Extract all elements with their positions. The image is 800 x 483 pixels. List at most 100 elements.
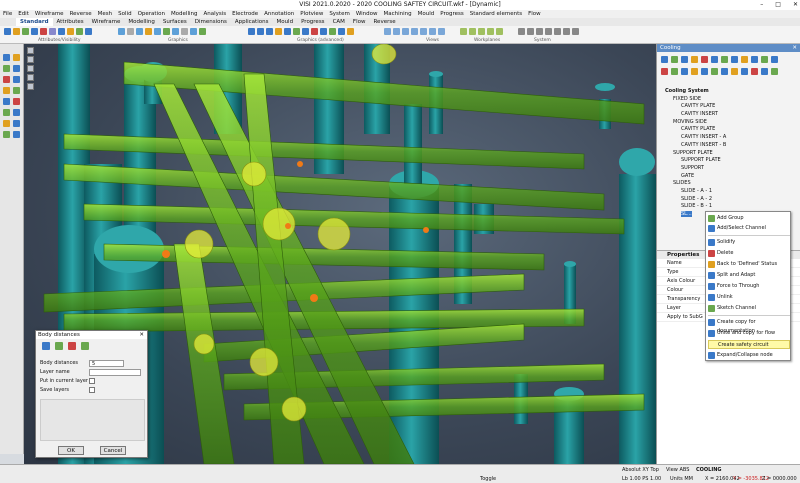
color-by-icon[interactable] xyxy=(661,68,668,75)
extend-icon[interactable] xyxy=(13,76,20,83)
tab-cam[interactable]: CAM xyxy=(329,18,349,26)
display-icon[interactable] xyxy=(163,28,170,35)
measure-icon[interactable] xyxy=(302,28,309,35)
box-select-icon[interactable] xyxy=(27,56,34,63)
show-icon[interactable] xyxy=(49,28,56,35)
point-icon[interactable] xyxy=(3,54,10,61)
tab-surfaces[interactable]: Surfaces xyxy=(159,18,191,26)
tree-node[interactable]: SLIDE - A - 2 xyxy=(659,196,799,204)
tab-reverse[interactable]: Reverse xyxy=(369,18,399,26)
flow-icon[interactable] xyxy=(701,68,708,75)
status-layer[interactable]: COOLING xyxy=(696,466,722,474)
menu-create-safety-circuit[interactable]: Create safety circuit xyxy=(708,340,790,349)
menu-item[interactable]: Flow xyxy=(528,10,541,18)
edge-icon[interactable] xyxy=(172,28,179,35)
plug-icon[interactable] xyxy=(691,56,698,63)
menu-item[interactable]: Progress xyxy=(440,10,463,18)
filter-select-icon[interactable] xyxy=(27,74,34,81)
clip-icon[interactable] xyxy=(293,28,300,35)
tree-node[interactable]: FIXED SIDE xyxy=(659,96,799,104)
library-icon[interactable] xyxy=(771,56,778,63)
menu-unlink[interactable]: Unlink xyxy=(708,293,790,302)
query-icon[interactable] xyxy=(13,131,20,138)
mirror-icon[interactable] xyxy=(338,28,345,35)
workplane-align-icon[interactable] xyxy=(478,28,485,35)
fit-icon[interactable] xyxy=(275,28,282,35)
capture-icon[interactable] xyxy=(329,28,336,35)
save-layers-checkbox[interactable] xyxy=(89,387,95,393)
safety-icon[interactable] xyxy=(711,68,718,75)
menu-add-group[interactable]: Add Group xyxy=(708,214,790,223)
settings-icon[interactable] xyxy=(518,28,525,35)
tab-standard[interactable]: Standard xyxy=(16,18,53,26)
minimize-icon[interactable]: – xyxy=(760,0,763,10)
maximize-icon[interactable]: □ xyxy=(775,0,781,10)
tab-attributes[interactable]: Attributes xyxy=(53,18,88,26)
remove-icon[interactable] xyxy=(751,68,758,75)
view-dynamic-icon[interactable] xyxy=(438,28,445,35)
tree-node[interactable]: CAVITY INSERT xyxy=(659,111,799,119)
tree-node[interactable]: CAVITY INSERT - A xyxy=(659,134,799,142)
workplane-origin-icon[interactable] xyxy=(496,28,503,35)
shade-icon[interactable] xyxy=(118,28,125,35)
refresh-icon[interactable] xyxy=(771,68,778,75)
export-icon[interactable] xyxy=(761,56,768,63)
menu-item[interactable]: File xyxy=(3,10,12,18)
status-view-abs[interactable]: View ABS xyxy=(666,466,689,474)
menu-sketch-channel[interactable]: Sketch Channel xyxy=(708,304,790,313)
tab-flow[interactable]: Flow xyxy=(349,18,370,26)
workplane-list-icon[interactable] xyxy=(487,28,494,35)
group-icon[interactable] xyxy=(76,28,83,35)
tree-node[interactable]: SLIDES xyxy=(659,180,799,188)
tree-node[interactable]: SUPPORT xyxy=(659,165,799,173)
baffle-icon[interactable] xyxy=(701,56,708,63)
scale-icon[interactable] xyxy=(3,120,10,127)
filter-icon[interactable] xyxy=(58,28,65,35)
view-side-icon[interactable] xyxy=(402,28,409,35)
menu-item[interactable]: Wireframe xyxy=(35,10,64,18)
fillet-icon[interactable] xyxy=(13,87,20,94)
tab-progress[interactable]: Progress xyxy=(297,18,328,26)
group-toggle-icon[interactable] xyxy=(671,68,678,75)
view-top-icon[interactable] xyxy=(384,28,391,35)
diameter-icon[interactable] xyxy=(681,68,688,75)
menu-solidify[interactable]: Solidify xyxy=(708,238,790,247)
pan-icon[interactable] xyxy=(257,28,264,35)
entity-icon[interactable] xyxy=(85,28,92,35)
expand-icon[interactable] xyxy=(761,68,768,75)
menu-item[interactable]: Annotation xyxy=(264,10,294,18)
report-icon[interactable] xyxy=(751,56,758,63)
edit-channel-icon[interactable] xyxy=(671,56,678,63)
zoom-icon[interactable] xyxy=(248,28,255,35)
remove-body-icon[interactable] xyxy=(68,342,76,350)
redo-icon[interactable] xyxy=(572,28,579,35)
view-bottom-icon[interactable] xyxy=(420,28,427,35)
workplane-icon[interactable] xyxy=(460,28,467,35)
check-icon[interactable] xyxy=(721,56,728,63)
tree-node[interactable]: CAVITY PLATE xyxy=(659,103,799,111)
render-icon[interactable] xyxy=(136,28,143,35)
grid-icon[interactable] xyxy=(199,28,206,35)
circle-icon[interactable] xyxy=(13,65,20,72)
menu-add-select-channel[interactable]: Add/Select Channel xyxy=(708,224,790,233)
tree-node[interactable]: MOVING SIDE xyxy=(659,119,799,127)
hidden-line-icon[interactable] xyxy=(181,28,188,35)
status-toggle[interactable]: Toggle xyxy=(480,475,496,483)
ok-button[interactable]: OK xyxy=(58,446,84,455)
menu-item[interactable]: Mould xyxy=(418,10,435,18)
menu-item[interactable]: Operation xyxy=(138,10,165,18)
bubbler-icon[interactable] xyxy=(711,56,718,63)
status-view[interactable]: Absolut XY Top xyxy=(622,466,659,474)
window-zoom-icon[interactable] xyxy=(284,28,291,35)
analysis-icon[interactable] xyxy=(311,28,318,35)
wire-icon[interactable] xyxy=(127,28,134,35)
chamfer-icon[interactable] xyxy=(3,98,10,105)
select-bodies-icon[interactable] xyxy=(42,342,50,350)
hide-icon[interactable] xyxy=(40,28,47,35)
menu-item[interactable]: Window xyxy=(356,10,378,18)
lasso-icon[interactable] xyxy=(27,65,34,72)
layer-name-input[interactable] xyxy=(89,369,141,376)
workplane-new-icon[interactable] xyxy=(469,28,476,35)
pin-icon[interactable] xyxy=(27,83,34,90)
menu-unite-copy-flow[interactable]: Unite and copy for flow xyxy=(708,329,790,338)
